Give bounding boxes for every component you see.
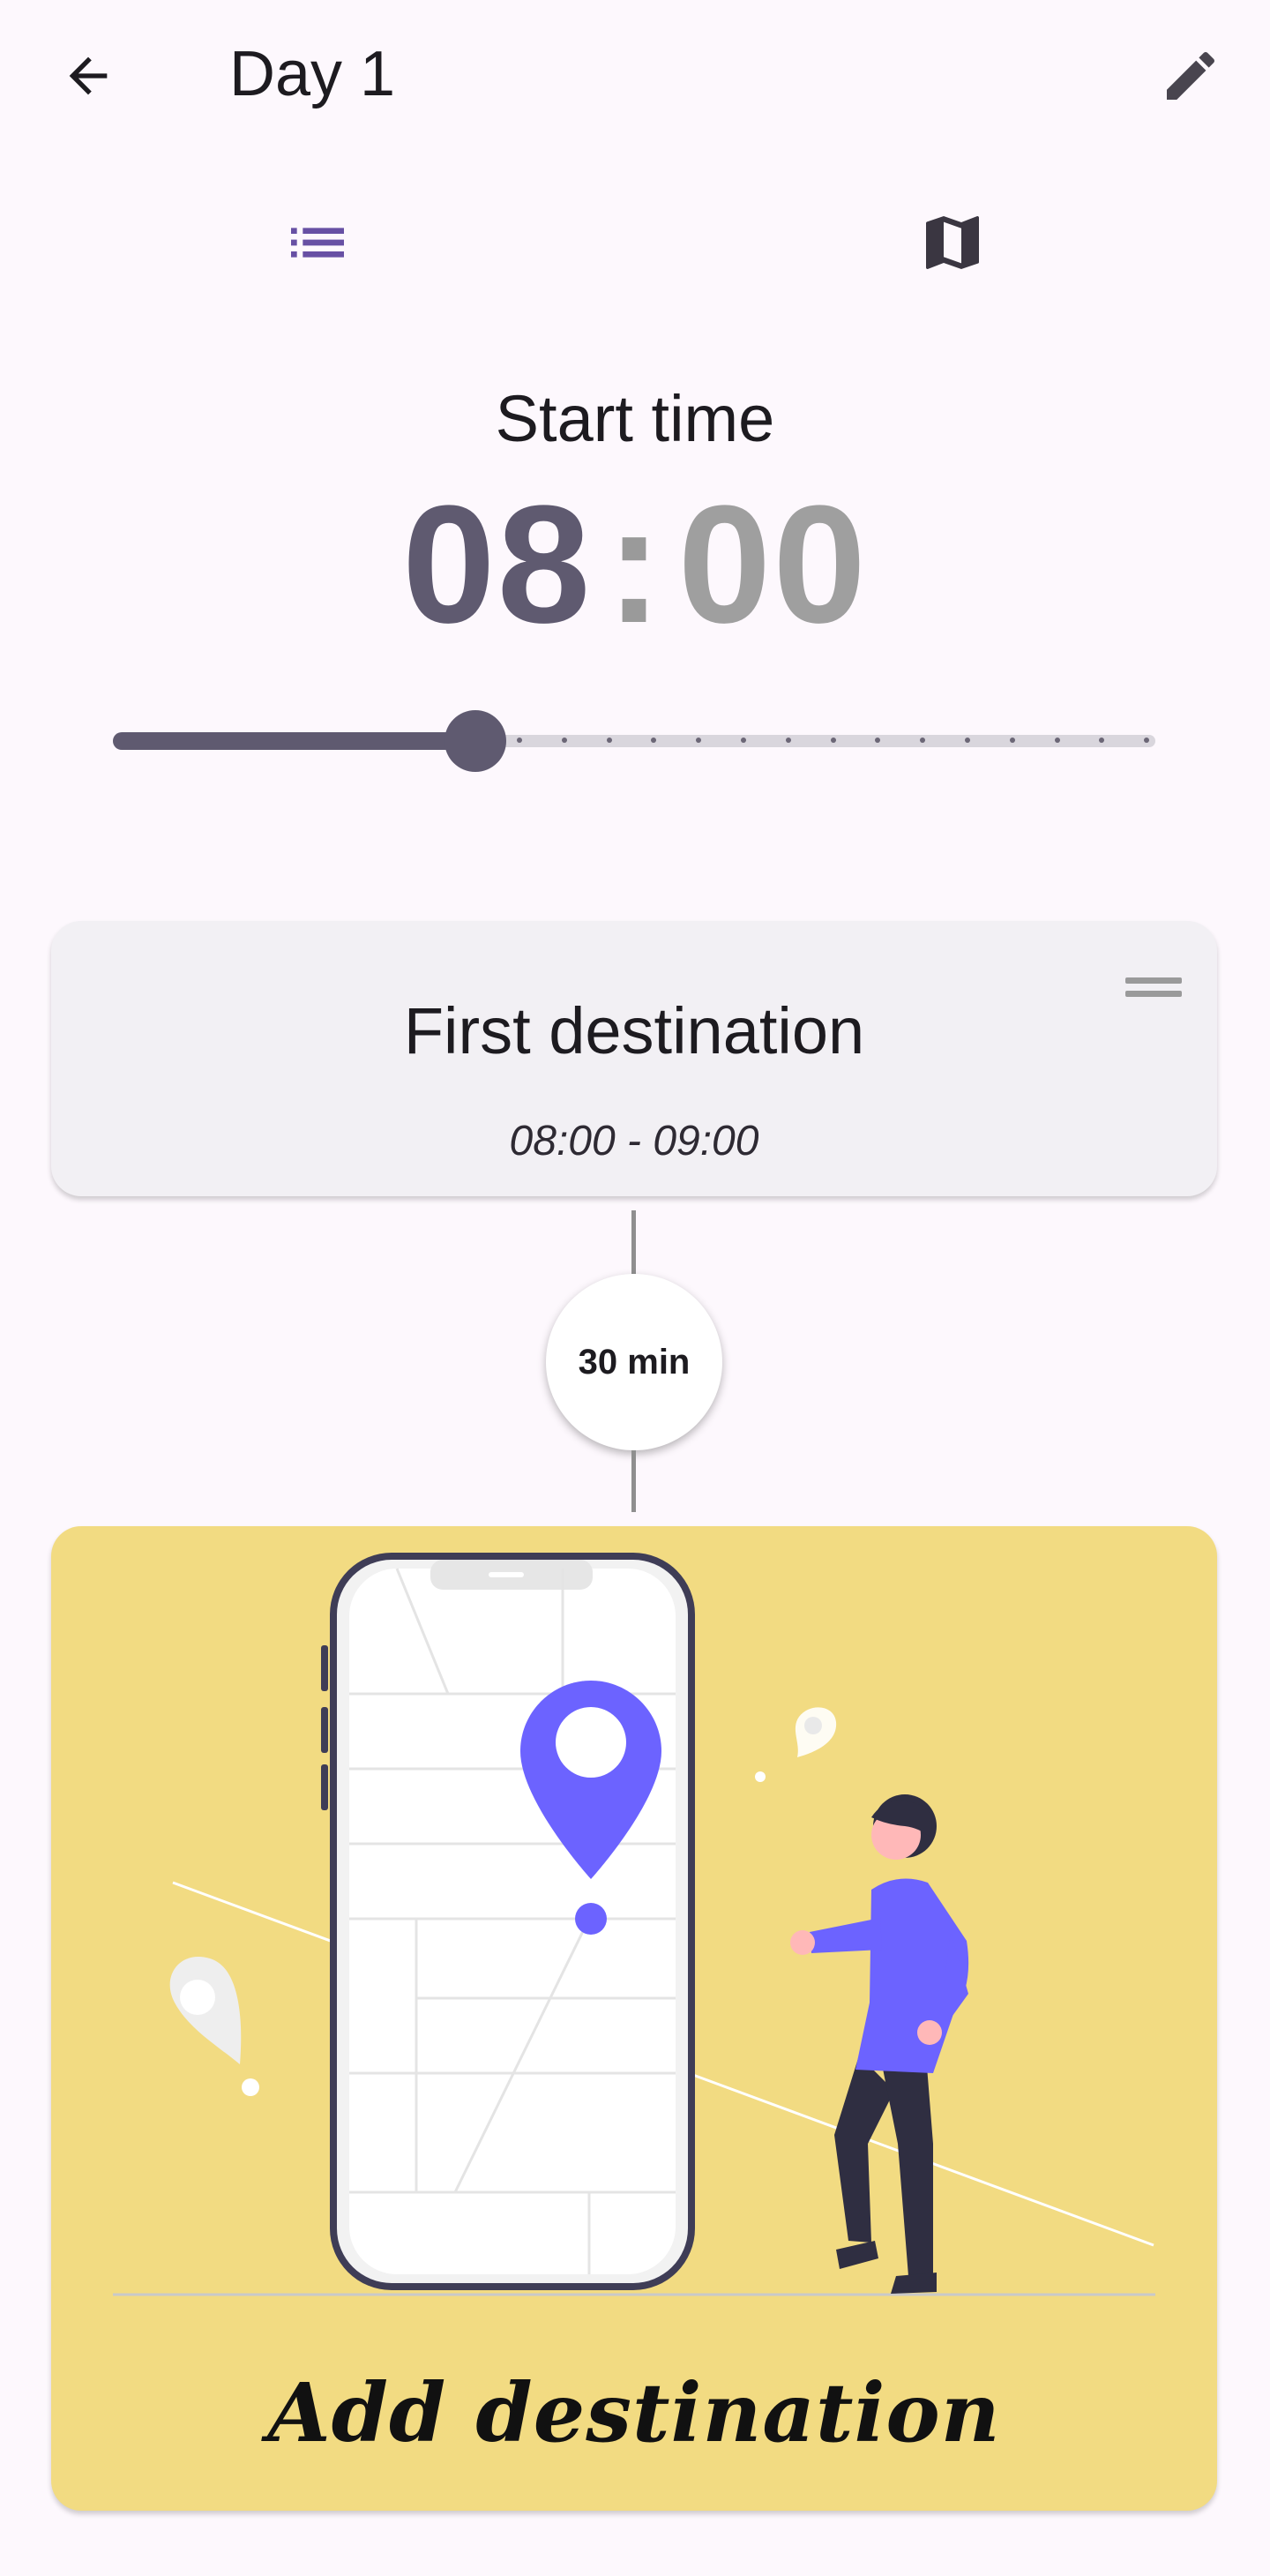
travel-duration-text: 30 min [578,1342,691,1382]
map-icon [926,216,979,269]
add-destination-card[interactable]: Add destination [51,1526,1217,2511]
start-time-display[interactable]: 08:00 [0,476,1270,653]
slider-tick [1054,738,1060,743]
arrow-back-icon [69,56,108,95]
slider-tick [875,738,881,743]
top-app-bar: Day 1 [0,0,1270,150]
start-time-minutes[interactable]: 00 [678,471,868,658]
start-time-separator: : [606,471,664,658]
slider-tick [830,738,836,743]
tab-list[interactable] [0,168,635,318]
slider-thumb[interactable] [444,710,506,772]
destination-time-range: 08:00 - 09:00 [509,1118,759,1164]
view-tabs [0,168,1270,318]
start-time-slider[interactable] [113,710,1155,772]
slider-tick [1009,738,1015,743]
slider-tick [517,738,522,743]
back-button[interactable] [44,32,132,120]
start-time-label: Start time [495,382,775,455]
travel-duration-badge[interactable]: 30 min [546,1274,722,1450]
tab-map[interactable] [635,168,1270,318]
start-time-hours[interactable]: 08 [402,471,592,658]
connector-line-bottom [631,1450,636,1512]
slider-tick [561,738,567,743]
destination-card[interactable]: First destination 08:00 - 09:00 [51,921,1217,1196]
slider-tick [1144,738,1150,743]
slider-tick [606,738,612,743]
add-destination-illustration [113,1553,1155,2296]
page-title: Day 1 [229,39,396,109]
slider-tick [741,738,746,743]
slider-tick [920,738,926,743]
destination-name: First destination [403,994,865,1067]
add-destination-label: Add destination [267,2365,1001,2460]
edit-button[interactable] [1147,32,1235,120]
connector-line-top [631,1210,636,1274]
slider-active-track [113,732,475,750]
slider-tick [651,738,657,743]
slider-tick [696,738,702,743]
slider-tick [785,738,791,743]
slider-tick [1099,738,1105,743]
list-icon [291,228,344,258]
pencil-icon [1167,51,1215,100]
slider-tick [965,738,970,743]
